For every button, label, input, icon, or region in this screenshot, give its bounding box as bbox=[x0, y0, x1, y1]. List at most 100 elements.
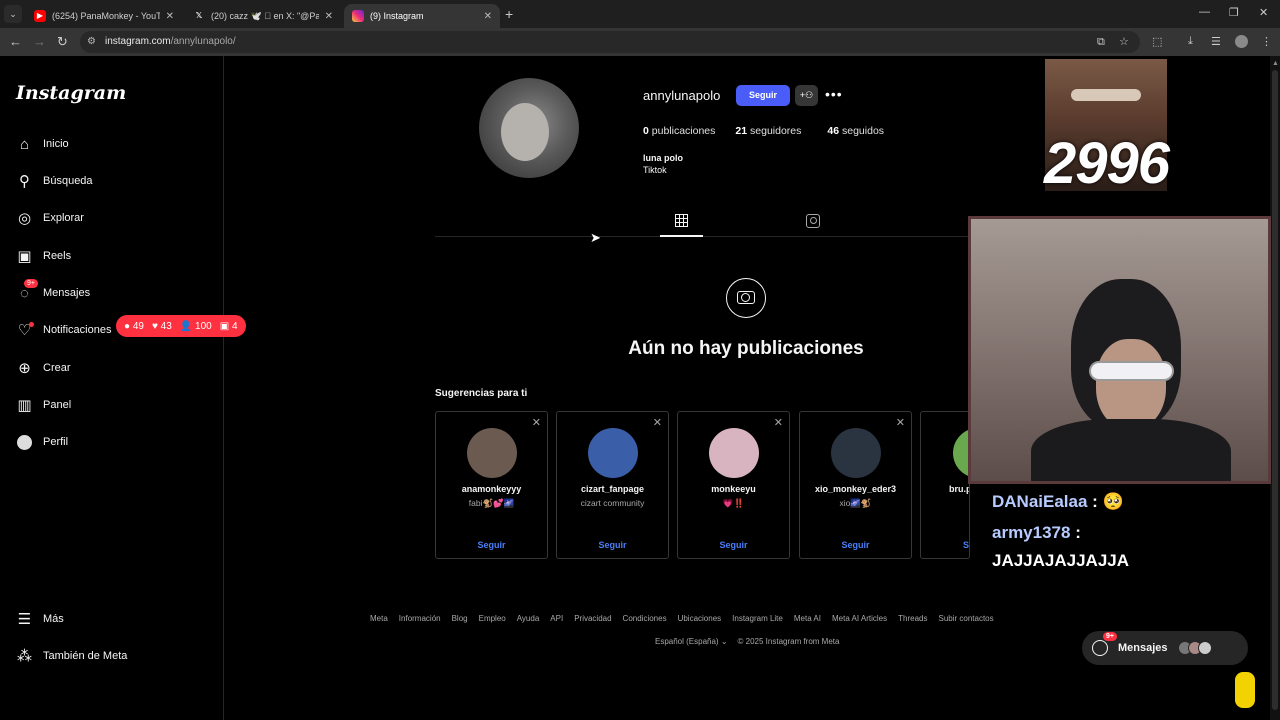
close-icon[interactable]: ✕ bbox=[325, 11, 333, 22]
bookmark-star-icon[interactable]: ☆ bbox=[1119, 35, 1129, 48]
suggestion-username[interactable]: monkeeyu bbox=[678, 484, 789, 494]
active-tab-indicator bbox=[660, 235, 703, 237]
scrollbar-thumb[interactable] bbox=[1272, 70, 1278, 710]
extensions-icon[interactable]: ⬚ bbox=[1152, 35, 1162, 48]
address-bar[interactable]: ⚙ instagram.com/annylunapolo/ ⧉ ☆ bbox=[80, 31, 1140, 53]
restore-icon[interactable]: ❐ bbox=[1229, 6, 1239, 19]
forward-icon[interactable]: → bbox=[33, 34, 46, 49]
footer-link[interactable]: Empleo bbox=[479, 614, 506, 623]
footer-link[interactable]: Privacidad bbox=[574, 614, 611, 623]
browser-tab-x[interactable]: 𝕏 (20) cazz 🕊️ 🏽 en X: "@PanaM ✕ bbox=[185, 4, 341, 28]
sidebar-item-mensajes[interactable]: ◌ 9+ Mensajes bbox=[16, 278, 90, 304]
language-select[interactable]: Español (España) ⌄ bbox=[655, 637, 728, 646]
footer-link[interactable]: Ubicaciones bbox=[678, 614, 722, 623]
minimize-icon[interactable]: — bbox=[1199, 6, 1210, 18]
footer-link[interactable]: Meta AI bbox=[794, 614, 821, 623]
follow-button[interactable]: Seguir bbox=[678, 540, 789, 550]
download-icon[interactable]: ⤓ bbox=[1188, 35, 1193, 48]
close-icon[interactable]: ✕ bbox=[166, 11, 174, 22]
more-options-icon[interactable]: ••• bbox=[825, 86, 843, 102]
sidebar-item-panel[interactable]: ▥ Panel bbox=[16, 394, 71, 416]
close-icon[interactable]: ✕ bbox=[484, 11, 492, 22]
suggestion-username[interactable]: xio_monkey_eder3 bbox=[800, 484, 911, 494]
tab-title: (6254) PanaMonkey - YouTube bbox=[52, 11, 160, 21]
suggestion-subtitle: 💗‼️ bbox=[722, 498, 745, 508]
sidebar-item-notificaciones[interactable]: ♡ Notificaciones bbox=[16, 319, 111, 341]
footer-link[interactable]: Condiciones bbox=[623, 614, 667, 623]
suggestion-card[interactable]: ✕ monkeeyu 💗‼️ Seguir bbox=[677, 411, 790, 559]
sidebar-item-crear[interactable]: ⊕ Crear bbox=[16, 357, 70, 379]
footer-link[interactable]: Blog bbox=[452, 614, 468, 623]
sidebar-item-mas[interactable]: ☰ Más bbox=[16, 608, 64, 630]
menu-kebab-icon[interactable]: ⋮ bbox=[1261, 35, 1272, 48]
home-icon: ⌂ bbox=[19, 135, 30, 153]
suggestion-username[interactable]: anamonkeyyy bbox=[436, 484, 547, 494]
site-info-icon[interactable]: ⚙ bbox=[87, 36, 96, 47]
suggestion-card[interactable]: ✕ xio_monkey_eder3 xio🌌🐒 Seguir bbox=[799, 411, 912, 559]
follow-button[interactable]: Seguir bbox=[963, 540, 969, 550]
profile-tabs-divider bbox=[435, 236, 975, 237]
instagram-logo[interactable]: Instagram bbox=[16, 82, 126, 104]
footer-link[interactable]: Información bbox=[399, 614, 441, 623]
sidebar-item-inicio[interactable]: ⌂ Inicio bbox=[16, 133, 69, 155]
footer-link[interactable]: Instagram Lite bbox=[732, 614, 783, 623]
tagged-icon[interactable] bbox=[806, 214, 820, 228]
suggestion-subtitle: xio🌌🐒 bbox=[839, 498, 872, 508]
browser-tab-instagram[interactable]: (9) Instagram ✕ bbox=[344, 4, 500, 28]
posts-grid-icon[interactable] bbox=[675, 214, 688, 227]
follow-button[interactable]: Seguir bbox=[436, 540, 547, 550]
browser-profile-avatar[interactable] bbox=[1235, 35, 1248, 48]
sidebar-item-busqueda[interactable]: ⚲ Búsqueda bbox=[16, 170, 93, 192]
instagram-sidebar: Instagram ⌂ Inicio ⚲ Búsqueda ◎ Explorar… bbox=[0, 56, 224, 720]
footer-link[interactable]: Meta AI Articles bbox=[832, 614, 887, 623]
sidebar-item-explorar[interactable]: ◎ Explorar bbox=[16, 207, 84, 229]
browser-tab-youtube[interactable]: ▶ (6254) PanaMonkey - YouTube ✕ bbox=[26, 4, 182, 28]
suggestion-card[interactable]: ✕ cizart_fanpage cizart community Seguir bbox=[556, 411, 669, 559]
avatar[interactable] bbox=[467, 428, 517, 478]
footer-link[interactable]: Threads bbox=[898, 614, 927, 623]
suggested-accounts-button[interactable]: +⚇ bbox=[795, 85, 818, 106]
suggestion-username[interactable]: bru.priv bbox=[949, 484, 969, 494]
notification-dot bbox=[29, 321, 34, 327]
reload-icon[interactable]: ↻ bbox=[57, 34, 68, 50]
sidebar-item-perfil[interactable]: Perfil bbox=[16, 431, 68, 453]
tab-search-button[interactable]: ⌄ bbox=[4, 5, 22, 23]
dismiss-icon[interactable]: ✕ bbox=[653, 416, 662, 429]
notification-summary-pill[interactable]: ● 49 ♥ 43 👤 100 ▣ 4 bbox=[116, 315, 246, 337]
footer-link[interactable]: Subir contactos bbox=[938, 614, 993, 623]
avatar[interactable] bbox=[831, 428, 881, 478]
url-text: instagram.com/annylunapolo/ bbox=[105, 36, 236, 47]
scroll-up-icon[interactable]: ▲ bbox=[1272, 60, 1279, 67]
avatar[interactable] bbox=[588, 428, 638, 478]
empty-posts-title: Aún no hay publicaciones bbox=[628, 338, 864, 359]
sidebar-item-tambien-de-meta[interactable]: ⁂ También de Meta bbox=[16, 645, 127, 667]
avatar[interactable] bbox=[709, 428, 759, 478]
dismiss-icon[interactable]: ✕ bbox=[532, 416, 541, 429]
footer-link[interactable]: API bbox=[550, 614, 563, 623]
media-control-icon[interactable]: ☰ bbox=[1211, 35, 1221, 48]
suggestion-subtitle: cizart community bbox=[580, 498, 645, 508]
back-icon[interactable]: ← bbox=[9, 34, 22, 49]
install-app-icon[interactable]: ⧉ bbox=[1097, 36, 1105, 49]
following-stat[interactable]: 46 seguidos bbox=[827, 125, 884, 137]
followers-stat[interactable]: 21 seguidores bbox=[735, 125, 801, 137]
suggestion-card[interactable]: bru.priv Seguir bbox=[920, 411, 970, 559]
new-tab-button[interactable]: + bbox=[505, 6, 513, 22]
window-close-icon[interactable]: ✕ bbox=[1259, 6, 1268, 19]
dismiss-icon[interactable]: ✕ bbox=[774, 416, 783, 429]
dismiss-icon[interactable]: ✕ bbox=[896, 416, 905, 429]
follow-button[interactable]: Seguir bbox=[736, 85, 790, 106]
posts-stat: 0 publicaciones bbox=[643, 125, 716, 137]
page-scrollbar[interactable]: ▲ ▼ bbox=[1270, 56, 1280, 720]
footer-link[interactable]: Meta bbox=[370, 614, 388, 623]
sidebar-item-reels[interactable]: ▣ Reels bbox=[16, 245, 71, 267]
footer-link[interactable]: Ayuda bbox=[517, 614, 540, 623]
footer-bottom: Español (España) ⌄ © 2025 Instagram from… bbox=[655, 637, 839, 646]
follow-button[interactable]: Seguir bbox=[800, 540, 911, 550]
suggestion-card[interactable]: ✕ anamonkeyyy fabi🐒💕🌌 Seguir bbox=[435, 411, 548, 559]
messages-floating-button[interactable]: 9+ Mensajes bbox=[1082, 631, 1248, 665]
profile-avatar[interactable] bbox=[479, 78, 579, 178]
suggestion-username[interactable]: cizart_fanpage bbox=[557, 484, 668, 494]
avatar-icon bbox=[16, 434, 33, 451]
follow-button[interactable]: Seguir bbox=[557, 540, 668, 550]
